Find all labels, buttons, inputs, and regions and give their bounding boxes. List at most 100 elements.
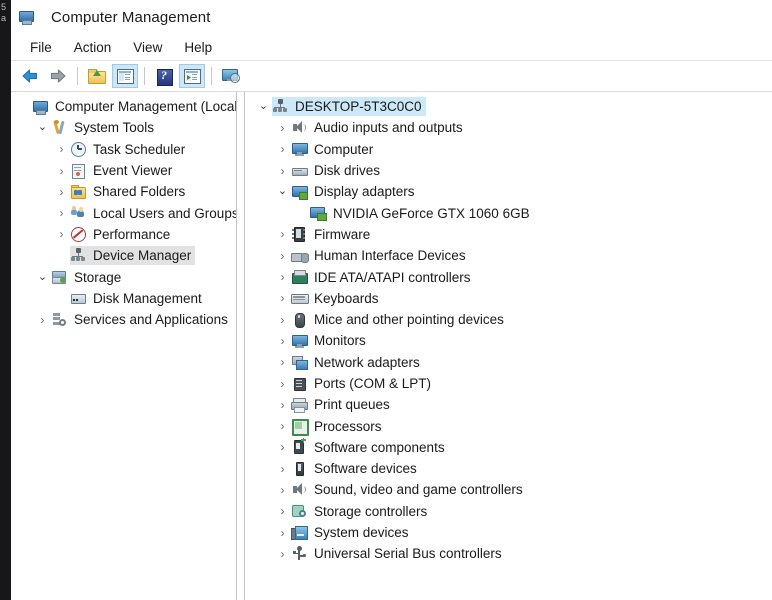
device-tree-item-firmware[interactable]: › Firmware [245, 224, 772, 245]
show-action-pane-button[interactable] [179, 64, 205, 88]
console-tree-item-computer-management-local[interactable]: Computer Management (Local [11, 96, 236, 117]
pane-splitter[interactable] [237, 92, 244, 600]
console-tree-item-label: Task Scheduler [93, 141, 186, 157]
device-tree-item-label: Monitors [314, 333, 366, 349]
action-pane-icon [182, 67, 202, 85]
device-tree-item-desktop-5t3c0c0[interactable]: ⌄ DESKTOP-5T3C0C0 [245, 96, 772, 117]
console-tree-item-event-viewer[interactable]: › Event Viewer [11, 160, 236, 181]
device-tree-item-mice-and-other-pointing-devices[interactable]: › Mice and other pointing devices [245, 309, 772, 330]
console-tree-item-system-tools[interactable]: ⌄ System Tools [11, 117, 236, 138]
up-one-level-button[interactable] [84, 64, 110, 88]
chevron-right-icon[interactable]: › [274, 527, 291, 539]
console-tree-item-performance[interactable]: › Performance [11, 224, 236, 245]
chevron-right-icon[interactable]: › [274, 250, 291, 262]
panes-container: Computer Management (Local ⌄ System Tools ›… [11, 92, 772, 600]
device-tree-item-nvidia-geforce-gtx-1060-6gb[interactable]: NVIDIA GeForce GTX 1060 6GB [245, 202, 772, 223]
device-tree-item-disk-drives[interactable]: › Disk drives [245, 160, 772, 181]
chevron-right-icon[interactable]: › [274, 335, 291, 347]
device-tree-item-system-devices[interactable]: › System devices [245, 522, 772, 543]
chevron-down-icon[interactable]: ⌄ [274, 186, 291, 197]
device-tree-item-label: Disk drives [314, 163, 381, 179]
chevron-down-icon[interactable]: ⌄ [34, 122, 51, 133]
device-tree-item-ports-com-lpt[interactable]: › Ports (COM & LPT) [245, 373, 772, 394]
chevron-down-icon[interactable]: ⌄ [34, 271, 51, 283]
device-tree-item-human-interface-devices[interactable]: › Human Interface Devices [245, 245, 772, 266]
chevron-right-icon[interactable]: › [274, 548, 291, 560]
menu-file[interactable]: File [19, 38, 63, 57]
menu-help[interactable]: Help [173, 38, 223, 57]
device-tree-item-software-devices[interactable]: › Software devices [245, 458, 772, 479]
chevron-right-icon[interactable]: › [274, 314, 291, 326]
device-tree-item-universal-serial-bus-controllers[interactable]: › Universal Serial Bus controllers [245, 543, 772, 564]
device-tree-item-label: Audio inputs and outputs [314, 120, 463, 136]
chevron-right-icon[interactable]: › [274, 122, 291, 134]
device-tree-item-display-adapters[interactable]: ⌄ Display adapters [245, 181, 772, 202]
chevron-right-icon[interactable]: › [274, 292, 291, 304]
chevron-right-icon[interactable]: › [34, 314, 51, 326]
chevron-right-icon[interactable]: › [274, 165, 291, 177]
device-tree-item-keyboards[interactable]: › Keyboards [245, 288, 772, 309]
chevron-down-icon[interactable]: ⌄ [255, 101, 272, 112]
device-tree-item-label: Keyboards [314, 290, 379, 306]
chevron-right-icon[interactable]: › [53, 165, 70, 177]
port-icon [291, 376, 309, 392]
device-tree-item-label: Processors [314, 418, 382, 434]
monitor-search-icon [221, 67, 241, 85]
device-tree-item-sound-video-and-game-controllers[interactable]: › Sound, video and game controllers [245, 479, 772, 500]
window-title: Computer Management [51, 8, 211, 26]
chevron-right-icon[interactable]: › [53, 228, 70, 240]
device-tree-item-software-components[interactable]: › Software components [245, 437, 772, 458]
menu-action[interactable]: Action [63, 38, 123, 57]
device-tree-item-ide-ata-atapi-controllers[interactable]: › IDE ATA/ATAPI controllers [245, 266, 772, 287]
console-tree-item-local-users-and-groups[interactable]: › Local Users and Groups [11, 202, 237, 223]
device-tree-item-network-adapters[interactable]: › Network adapters [245, 352, 772, 373]
show-hide-console-tree-button[interactable] [112, 64, 138, 88]
network-adapter-icon [291, 354, 309, 371]
chevron-right-icon[interactable]: › [274, 356, 291, 368]
properties-button[interactable] [218, 64, 244, 88]
device-tree-item-audio-inputs-and-outputs[interactable]: › Audio inputs and outputs [245, 117, 772, 138]
chevron-right-icon[interactable]: › [274, 143, 291, 155]
chevron-right-icon[interactable]: › [53, 143, 70, 155]
device-tree-item-monitors[interactable]: › Monitors [245, 330, 772, 351]
device-tree-item-print-queues[interactable]: › Print queues [245, 394, 772, 415]
console-tree-item-task-scheduler[interactable]: › Task Scheduler [11, 139, 236, 160]
device-tree-item-computer[interactable]: › Computer [245, 139, 772, 160]
chevron-right-icon[interactable]: › [274, 441, 291, 453]
system-device-icon [291, 525, 309, 541]
disk-management-icon [70, 290, 88, 306]
chevron-right-icon[interactable]: › [274, 378, 291, 390]
console-tree-item-label: Local Users and Groups [93, 205, 237, 221]
device-tree-item-processors[interactable]: › Processors [245, 415, 772, 437]
chevron-right-icon[interactable]: › [274, 271, 291, 283]
console-tree-pane[interactable]: Computer Management (Local ⌄ System Tools ›… [11, 92, 237, 600]
console-tree-item-shared-folders[interactable]: › Shared Folders [11, 181, 236, 202]
chevron-right-icon[interactable]: › [53, 186, 70, 198]
console-tree-item-services-and-applications[interactable]: › Services and Applications [11, 309, 236, 330]
clock-icon [70, 141, 88, 158]
chevron-right-icon[interactable]: › [274, 463, 291, 475]
speaker-icon [291, 482, 309, 498]
chevron-right-icon[interactable]: › [53, 207, 70, 219]
hard-disk-icon [291, 163, 309, 179]
device-tree-pane[interactable]: ⌄ DESKTOP-5T3C0C0 › Audio inputs and output… [244, 92, 772, 600]
processor-icon [291, 418, 309, 437]
console-tree-item-storage[interactable]: ⌄ Storage [11, 266, 236, 287]
chevron-right-icon[interactable]: › [274, 484, 291, 496]
device-manager-icon [272, 99, 290, 115]
back-button[interactable] [17, 64, 43, 88]
device-tree-item-storage-controllers[interactable]: › Storage controllers [245, 501, 772, 522]
device-tree-item-label: Storage controllers [314, 503, 428, 519]
console-tree-item-device-manager[interactable]: Device Manager [11, 245, 236, 266]
menu-view[interactable]: View [122, 38, 173, 57]
forward-button[interactable] [45, 64, 71, 88]
chevron-right-icon[interactable]: › [274, 228, 291, 240]
chevron-right-icon[interactable]: › [274, 505, 291, 517]
help-button[interactable]: ? [151, 64, 177, 88]
console-tree-item-label: Event Viewer [93, 163, 173, 179]
console-tree-item-disk-management[interactable]: Disk Management [11, 288, 236, 309]
chevron-right-icon[interactable]: › [274, 420, 291, 432]
title-bar: Computer Management [11, 0, 772, 34]
chevron-right-icon[interactable]: › [274, 399, 291, 411]
software-device-icon [291, 461, 309, 477]
